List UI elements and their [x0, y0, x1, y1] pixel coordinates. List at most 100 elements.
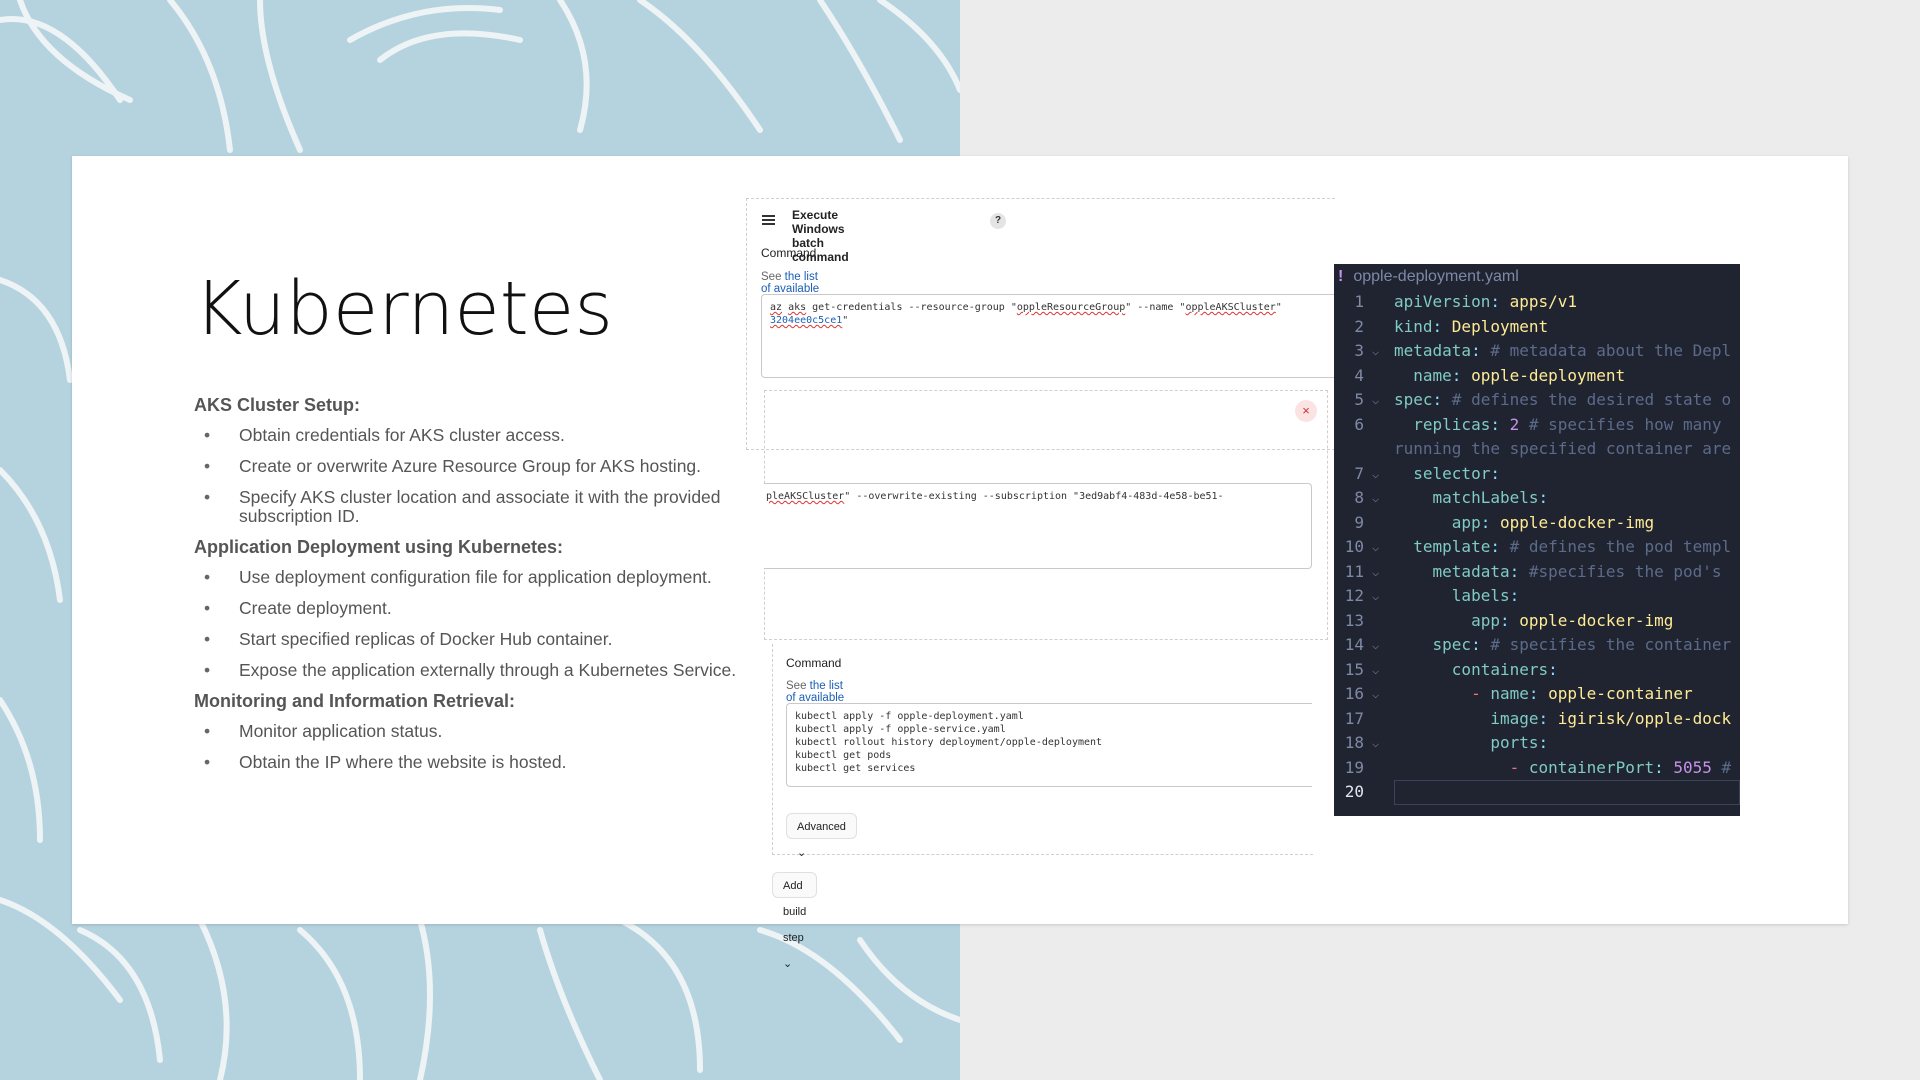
code-line: 10 ⌵ template: # defines the pod templ: [1334, 535, 1740, 560]
yaml-key: ports: [1490, 733, 1539, 752]
code-line: 3 ⌵ metadata: # metadata about the Depl: [1334, 339, 1740, 364]
add-build-step-button[interactable]: Add build step ⌄: [772, 872, 818, 970]
drag-handle-icon[interactable]: [762, 215, 775, 225]
cmd-token: oppleResourceGroup: [1016, 302, 1126, 313]
fold-icon[interactable]: ⌵: [1372, 462, 1379, 487]
fold-icon[interactable]: ⌵: [1372, 584, 1379, 609]
yaml-key: labels: [1451, 586, 1510, 605]
cmd-token: pleAKSCluster: [766, 491, 845, 502]
bullet-item: Obtain credentials for AKS cluster acces…: [194, 426, 754, 446]
code-line: 7 ⌵ selector:: [1334, 462, 1740, 487]
yaml-key: image: [1490, 708, 1539, 728]
code-line: 19 - containerPort: 5055 #: [1334, 756, 1740, 781]
yaml-key: app: [1451, 512, 1481, 532]
cmd-token: ": [842, 315, 849, 326]
bullet-list: AKS Cluster Setup: Obtain credentials fo…: [194, 396, 754, 784]
chevron-down-icon: ⌄: [783, 958, 793, 970]
fold-icon[interactable]: ⌵: [1372, 560, 1379, 585]
yaml-key: metadata: [1394, 341, 1472, 360]
line-number: 10: [1344, 537, 1364, 556]
fold-icon[interactable]: ⌵: [1372, 682, 1379, 707]
yaml-key: spec: [1432, 635, 1472, 654]
yaml-key: containerPort: [1528, 757, 1655, 777]
bullet-item: Obtain the IP where the website is hoste…: [194, 753, 754, 773]
cmd-token: oppleAKSCluster: [1185, 302, 1276, 313]
line-number: 12: [1344, 586, 1364, 605]
close-icon[interactable]: ×: [1295, 400, 1317, 422]
command-textarea[interactable]: az aks get-credentials --resource-group …: [761, 294, 1339, 378]
line-number: 20: [1344, 782, 1364, 801]
yaml-key: name: [1490, 684, 1529, 703]
command-label: Command: [761, 246, 817, 260]
chevron-down-icon: ⌄: [797, 847, 807, 859]
code-line: 9 app: opple-docker-img: [1334, 511, 1740, 536]
code-line-wrapped: running the specified container are: [1334, 437, 1740, 462]
code-line: 12 ⌵ labels:: [1334, 584, 1740, 609]
yaml-value: opple-docker-img: [1519, 610, 1674, 630]
yaml-key: spec: [1394, 390, 1433, 409]
slide-title: Kubernetes: [194, 266, 613, 352]
bullet-item: Specify AKS cluster location and associa…: [194, 488, 754, 526]
yaml-list-dash: -: [1509, 757, 1520, 777]
fold-icon[interactable]: ⌵: [1372, 486, 1379, 511]
cmd-token: " --overwrite-existing --subscription "3…: [844, 491, 1224, 502]
cmd-token: " --name ": [1125, 302, 1186, 313]
yaml-value: opple-container: [1548, 684, 1693, 703]
add-build-step-label: Add build step: [783, 880, 807, 944]
section-heading-deployment: Application Deployment using Kubernetes:: [194, 537, 564, 557]
fold-icon[interactable]: ⌵: [1372, 731, 1379, 756]
line-number: 9: [1354, 512, 1364, 532]
see-text: See: [786, 680, 810, 692]
code-line: 5 ⌵ spec: # defines the desired state o: [1334, 388, 1740, 413]
yaml-value: 5055: [1673, 757, 1712, 777]
code-line: 1 apiVersion: apps/v1: [1334, 290, 1740, 315]
line-number: 19: [1344, 757, 1364, 777]
bullet-item: Create or overwrite Azure Resource Group…: [194, 457, 754, 477]
command-textarea-2[interactable]: pleAKSCluster" --overwrite-existing --su…: [764, 483, 1312, 569]
bullet-item: Use deployment configuration file for ap…: [194, 568, 754, 588]
editor-tab[interactable]: ! opple-deployment.yaml: [1334, 264, 1740, 290]
line-number: 16: [1344, 684, 1364, 703]
fold-icon[interactable]: ⌵: [1372, 535, 1379, 560]
code-line-current[interactable]: 20: [1334, 780, 1740, 805]
code-line: 17 image: igirisk/opple-dock: [1334, 707, 1740, 732]
yaml-list-dash: -: [1471, 684, 1481, 703]
code-line: 18 ⌵ ports:: [1334, 731, 1740, 756]
cmd-token: aks: [788, 302, 807, 313]
code-line: 15 ⌵ containers:: [1334, 658, 1740, 683]
code-line: 11 ⌵ metadata: #specifies the pod's: [1334, 560, 1740, 585]
yaml-comment: # specifies the container: [1490, 635, 1732, 654]
yaml-comment: #: [1721, 757, 1732, 777]
advanced-label: Advanced: [797, 821, 846, 833]
yaml-key: replicas: [1413, 414, 1491, 434]
yaml-key: template: [1413, 537, 1491, 556]
code-line: 6 replicas: 2 # specifies how many: [1334, 413, 1740, 438]
code-line: 13 app: opple-docker-img: [1334, 609, 1740, 634]
yaml-value: opple-docker-img: [1499, 512, 1655, 532]
help-icon[interactable]: ?: [990, 213, 1006, 229]
yaml-comment: # specifies how many: [1528, 414, 1722, 434]
line-number: 4: [1354, 365, 1364, 385]
kubectl-command-textarea[interactable]: kubectl apply -f opple-deployment.yaml k…: [786, 703, 1312, 787]
code-line: 2 kind: Deployment: [1334, 315, 1740, 340]
advanced-button[interactable]: Advanced ⌄: [786, 813, 857, 859]
fold-icon[interactable]: ⌵: [1372, 658, 1379, 683]
fold-icon[interactable]: ⌵: [1372, 388, 1379, 413]
yaml-value: igirisk/opple-dock: [1557, 708, 1732, 728]
fold-icon[interactable]: ⌵: [1372, 339, 1379, 364]
see-text: See: [761, 271, 785, 283]
code-line: 4 name: opple-deployment: [1334, 364, 1740, 389]
cmd-token: 3204ee0c5ce1: [770, 315, 843, 326]
line-number: 11: [1344, 561, 1364, 581]
yaml-comment: # metadata about the Depl: [1490, 341, 1732, 360]
bullet-item: Monitor application status.: [194, 722, 754, 742]
line-number: 8: [1354, 488, 1364, 507]
line-number: 7: [1354, 463, 1364, 483]
modified-icon: !: [1338, 268, 1344, 285]
yaml-key: containers: [1451, 659, 1549, 679]
cmd-token: az: [770, 302, 783, 313]
line-number: 6: [1354, 414, 1364, 434]
yaml-editor[interactable]: ! opple-deployment.yaml 1 apiVersion: apps…: [1334, 264, 1740, 816]
fold-icon[interactable]: ⌵: [1372, 633, 1379, 658]
yaml-value: apps/v1: [1509, 292, 1578, 311]
